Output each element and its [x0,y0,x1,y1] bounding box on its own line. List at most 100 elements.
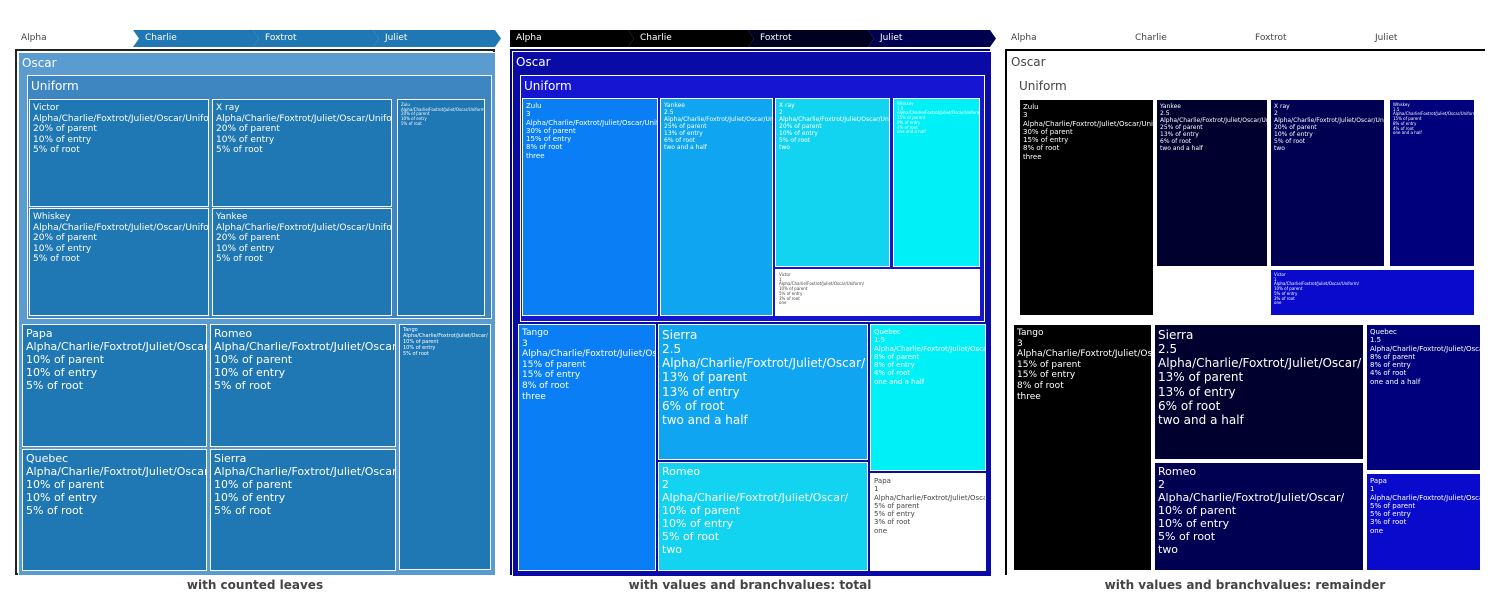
treemap-node-text: Sierra 2.5 Alpha/Charlie/Foxtrot/Juliet/Os… [662,328,865,427]
treemap-node-info-line: 10% of parent [214,477,293,491]
treemap-node-info-line: 8% of parent [874,352,920,361]
treemap-node-romeo[interactable]: Romeo Alpha/Charlie/Foxtrot/Juliet/Oscar/… [210,324,396,447]
treemap-node-zulu[interactable]: Zulu 3 Alpha/Charlie/Foxtrot/Juliet/Oscar/… [522,98,658,316]
treemap-node-text: Whiskey Alpha/Charlie/Foxtrot/Juliet/Osca… [33,212,209,265]
pathbar-segment-charlie[interactable]: Charlie [636,30,748,47]
treemap-node-yankee[interactable]: Yankee Alpha/Charlie/Foxtrot/Juliet/Oscar… [212,208,392,316]
treemap-node-info-line: Alpha/Charlie/Foxtrot/Juliet/Oscar/Unifo… [1023,119,1153,128]
treemap-node-text: Tango3Alpha/Charlie/Foxtrot/Juliet/Oscar… [522,328,655,402]
treemap-node-info-line: 13% of parent [662,370,748,385]
treemap-node-info-line: 10% of parent [214,352,293,366]
treemap-node-info-line: 5% of root [662,529,720,543]
treemap-node-sierra[interactable]: Sierra 2.5 Alpha/Charlie/Foxtrot/Juliet/Os… [658,324,868,460]
treemap-node-quebec[interactable]: Quebec Alpha/Charlie/Foxtrot/Juliet/Oscar… [22,449,207,571]
chart-title: with values and branchvalues: total [628,578,872,592]
treemap-node-info-line: 10% of parent [662,503,741,517]
pathbar-segment-alpha[interactable]: Alpha [1007,30,1117,47]
pathbar-segment-alpha[interactable]: Alpha [512,30,622,47]
treemap-node-yankee[interactable]: Yankee 2.5 Alpha/Charlie/Foxtrot/Juliet/Os… [1156,99,1268,267]
treemap-node-tango[interactable]: Tango Alpha/Charlie/Foxtrot/Juliet/Oscar/… [399,324,491,570]
treemap-node-romeo[interactable]: Romeo 2 Alpha/Charlie/Foxtrot/Juliet/Oscar… [1154,462,1364,571]
treemap-node-info-line: 8% of root [1017,381,1064,392]
treemap-node-info-line: two and a half [1160,145,1203,153]
pathbar-segment-foxtrot[interactable]: Foxtrot [261,30,373,47]
treemap-node-zulu[interactable]: Zulu 3 Alpha/Charlie/Foxtrot/Juliet/Oscar/… [1019,99,1154,316]
treemap-node-info-line: 13% of entry [662,384,740,399]
treemap-node-info-line: Alpha/Charlie/Foxtrot/Juliet/Oscar/ [662,490,849,504]
treemap-node-sierra[interactable]: Sierra Alpha/Charlie/Foxtrot/Juliet/Oscar… [210,449,396,571]
treemap-node-text: Zulu Alpha/Charlie/Foxtrot/Juliet/Oscar/U… [401,102,484,127]
treemap-node-victor[interactable]: Victor 1 Alpha/Charlie/Foxtrot/Juliet/Osca… [775,269,980,316]
treemap-node-papa[interactable]: Papa Alpha/Charlie/Foxtrot/Juliet/Oscar/1… [22,324,207,447]
treemap-node-victor[interactable]: Victor Alpha/Charlie/Foxtrot/Juliet/Oscar… [29,99,209,207]
treemap-node-info-line: 1 [874,485,879,494]
treemap-node-yankee[interactable]: Yankee 2.5 Alpha/Charlie/Foxtrot/Juliet/Os… [660,98,773,316]
treemap-node-info-line: two [662,542,683,556]
treemap-node-text: Tango3Alpha/Charlie/Foxtrot/Juliet/Oscar… [1017,328,1151,402]
treemap-frame: Oscar Uniform Zulu 3 Alpha/Charlie/Foxtrot/J… [510,49,992,577]
pathbar-segment-foxtrot[interactable]: Foxtrot [1251,30,1363,47]
treemap-node-info-line: one [1274,300,1282,306]
treemap-node-info-line: one and a half [897,129,926,135]
treemap-node-info-line: 15% of entry [1017,370,1076,381]
treemap-node-text: Zulu 3 Alpha/Charlie/Foxtrot/Juliet/Oscar/… [526,102,657,160]
treemap-node-whiskey[interactable]: Whiskey 1.5 Alpha/Charlie/Foxtrot/Juliet/O… [893,98,980,267]
treemap-node-info-line: 2.5 [1160,110,1170,118]
treemap-node-info-line: two and a half [664,144,707,152]
treemap-node-text: Victor 1 Alpha/Charlie/Foxtrot/Juliet/Osca… [779,272,977,306]
treemap-node-info-line: Alpha/Charlie/Foxtrot/Juliet/Oscar/ [26,339,207,353]
pathbar-segment-charlie[interactable]: Charlie [141,30,253,47]
treemap-node-text: Oscar [516,55,989,69]
pathbar: Alpha Charlie Foxtrot Juliet [1005,30,1491,47]
treemap-node-info-line: 5% of root [33,254,80,265]
treemap-node-info-line: 10% of entry [1274,131,1313,139]
treemap-node-quebec[interactable]: Quebec 1.5 Alpha/Charlie/Foxtrot/Juliet/Os… [1366,324,1481,471]
treemap-node-text: Victor Alpha/Charlie/Foxtrot/Juliet/Oscar… [33,103,209,156]
treemap-node-xray[interactable]: X ray 2 Alpha/Charlie/Foxtrot/Juliet/Oscar… [1270,99,1385,267]
treemap-node-text: Uniform [31,79,489,93]
treemap-node-whiskey[interactable]: Whiskey 1.5 Alpha/Charlie/Foxtrot/Juliet/O… [1389,99,1475,267]
treemap-node-papa[interactable]: Papa 1 Alpha/Charlie/Foxtrot/Juliet/Oscar/… [1366,473,1481,571]
treemap-node-victor[interactable]: Victor 1 Alpha/Charlie/Foxtrot/Juliet/Osca… [1270,269,1475,316]
treemap-node-info-line: 10% of entry [33,134,92,145]
treemap-node-info-line: one [779,300,787,306]
pathbar-segment-alpha[interactable]: Alpha [17,30,127,47]
treemap-node-info-line: 5% of root [401,120,422,126]
pathbar-segment-foxtrot[interactable]: Foxtrot [756,30,868,47]
treemap-node-whiskey[interactable]: Whiskey Alpha/Charlie/Foxtrot/Juliet/Osca… [29,208,209,316]
treemap-node-quebec[interactable]: Quebec 1.5 Alpha/Charlie/Foxtrot/Juliet/Os… [870,324,986,471]
pathbar-segment-charlie[interactable]: Charlie [1131,30,1243,47]
treemap-node-xray[interactable]: X ray 2 Alpha/Charlie/Foxtrot/Juliet/Oscar… [775,98,890,267]
treemap-node-info-line: one [1370,526,1384,535]
treemap-node-info-line: 8% of parent [1370,352,1416,361]
treemap-node-info-line: 13% of entry [664,130,703,138]
chart-title: with counted leaves [186,578,324,592]
treemap-node-info-line: 2 [1274,110,1278,118]
treemap-node-info-line: 5% of root [214,378,272,392]
treemap-node-sierra[interactable]: Sierra 2.5 Alpha/Charlie/Foxtrot/Juliet/Os… [1154,324,1364,460]
treemap-node-label: Yankee [1160,103,1181,110]
treemap-node-info-line: three [526,151,545,160]
treemap-node-tango[interactable]: Tango3Alpha/Charlie/Foxtrot/Juliet/Oscar… [1013,324,1152,571]
treemap-node-info-line: Alpha/Charlie/Foxtrot/Juliet/Oscar/Unifo… [216,113,392,124]
pathbar-segment-juliet[interactable]: Juliet [876,30,990,47]
treemap-node-xray[interactable]: X ray Alpha/Charlie/Foxtrot/Juliet/Oscar/… [212,99,392,207]
treemap-node-label: Quebec [874,328,901,336]
treemap-node-papa[interactable]: Papa 1 Alpha/Charlie/Foxtrot/Juliet/Oscar/… [870,473,986,571]
treemap-node-info-line: 3 [526,110,531,119]
treemap-node-info-line: 13% of entry [1158,384,1236,399]
treemap-node-label: Uniform [524,79,572,93]
treemap-node-tango[interactable]: Tango3Alpha/Charlie/Foxtrot/Juliet/Oscar… [518,324,656,571]
treemap-node-romeo[interactable]: Romeo 2 Alpha/Charlie/Foxtrot/Juliet/Oscar… [658,462,868,571]
treemap-node-info-line: 3 [522,338,528,349]
treemap-node-zulu[interactable]: Zulu Alpha/Charlie/Foxtrot/Juliet/Oscar/U… [397,99,485,316]
treemap-node-info-line: 6% of root [662,398,725,413]
treemap-node-info-line: Alpha/Charlie/Foxtrot/Juliet/Oscar/Unifo… [33,222,209,233]
pathbar-segment-juliet[interactable]: Juliet [381,30,495,47]
pathbar-segment-juliet[interactable]: Juliet [1371,30,1485,47]
treemap-node-info-line: Alpha/Charlie/Foxtrot/Juliet/Oscar/Unifo… [1160,117,1267,125]
treemap-node-text: Romeo Alpha/Charlie/Foxtrot/Juliet/Oscar/… [214,327,395,393]
treemap-node-text: Romeo 2 Alpha/Charlie/Foxtrot/Juliet/Oscar… [1158,465,1361,557]
treemap-node-info-line: 10% of entry [779,130,818,138]
treemap-node-info-line: Alpha/Charlie/Foxtrot/Juliet/Oscar/Unifo… [33,113,209,124]
